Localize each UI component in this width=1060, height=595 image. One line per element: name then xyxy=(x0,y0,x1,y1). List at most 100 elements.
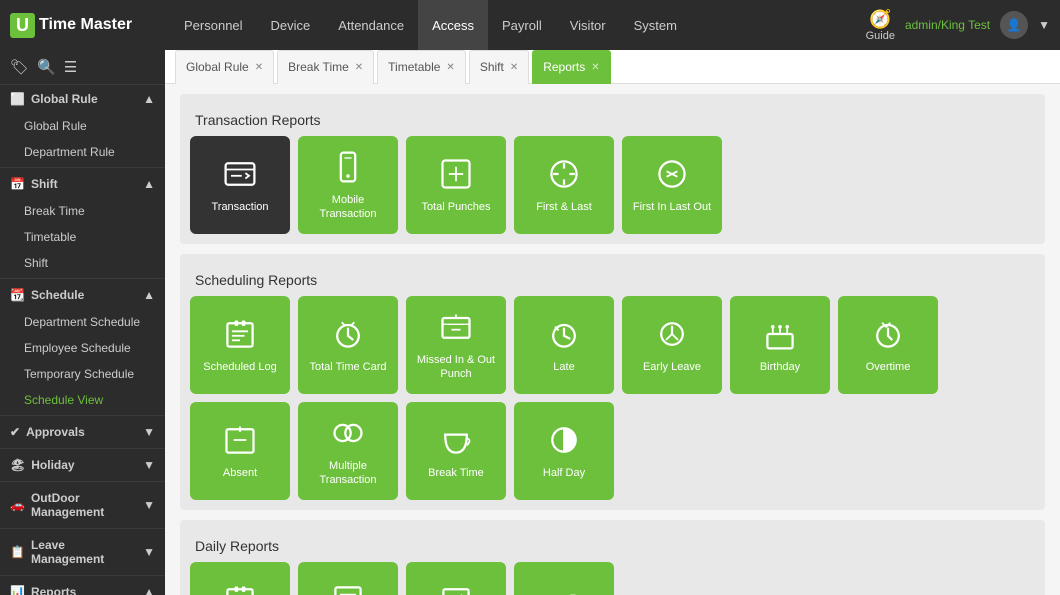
nav-attendance[interactable]: Attendance xyxy=(324,0,418,50)
card-first-in-last-out[interactable]: First In Last Out xyxy=(622,136,722,234)
early-leave-label: Early Leave xyxy=(643,361,701,374)
tab-timetable[interactable]: Timetable ✕ xyxy=(377,50,466,84)
sidebar-section-globalrule: ⬜ Global Rule ▲ Global Rule Department R… xyxy=(0,85,165,165)
tab-reports-close[interactable]: ✕ xyxy=(591,62,599,73)
tab-shift[interactable]: Shift ✕ xyxy=(469,50,529,84)
birthday-label: Birthday xyxy=(760,361,800,374)
globalrule-chevron: ▲ xyxy=(143,92,155,106)
overtime-icon xyxy=(870,316,906,355)
sidebar-header-reports[interactable]: 📊 Reports ▲ xyxy=(0,578,165,595)
transaction-icon xyxy=(222,156,258,195)
sidebar-item-departmentrule[interactable]: Department Rule xyxy=(0,139,165,165)
sidebar-header-leave[interactable]: 📋 Leave Management ▼ xyxy=(0,531,165,573)
sidebar-section-schedule: 📆 Schedule ▲ Department Schedule Employe… xyxy=(0,281,165,413)
sidebar-item-empschedule[interactable]: Employee Schedule xyxy=(0,335,165,361)
card-daily-status[interactable]: Daily Status xyxy=(514,562,614,595)
scheduled-log-label: Scheduled Log xyxy=(203,361,276,374)
first-last-label: First & Last xyxy=(536,201,592,214)
sidebar-header-outdoor[interactable]: 🚗 OutDoor Management ▼ xyxy=(0,484,165,526)
user-info[interactable]: admin/King Test xyxy=(905,18,990,32)
guide-label: Guide xyxy=(866,30,895,42)
card-break-time[interactable]: Break Time xyxy=(406,402,506,500)
guide-button[interactable]: 🧭 Guide xyxy=(866,9,895,42)
user-avatar[interactable]: 👤 xyxy=(1000,11,1028,39)
divider-7 xyxy=(0,575,165,576)
daily-attendance-icon xyxy=(222,582,258,595)
card-overtime[interactable]: Overtime xyxy=(838,296,938,394)
nav-payroll[interactable]: Payroll xyxy=(488,0,556,50)
card-early-leave[interactable]: Early Leave xyxy=(622,296,722,394)
card-total-time-card[interactable]: Total Time Card xyxy=(298,296,398,394)
tab-globalrule[interactable]: Global Rule ✕ xyxy=(175,50,274,84)
total-punches-label: Total Punches xyxy=(421,201,490,214)
tab-shift-close[interactable]: ✕ xyxy=(510,62,518,73)
daily-section-title: Daily Reports xyxy=(190,530,1035,562)
tag-icon[interactable]: 🏷 xyxy=(10,58,29,76)
leave-icon: 📋 xyxy=(10,545,25,559)
daily-reports-grid: Daily Attendance Daily Details xyxy=(190,562,1035,595)
outdoor-chevron: ▼ xyxy=(143,498,155,512)
divider-3 xyxy=(0,415,165,416)
sidebar-header-schedule[interactable]: 📆 Schedule ▲ xyxy=(0,281,165,309)
sidebar-item-tempschedule[interactable]: Temporary Schedule xyxy=(0,361,165,387)
sidebar-header-approvals[interactable]: ✔ Approvals ▼ xyxy=(0,418,165,446)
tabs-bar: Global Rule ✕ Break Time ✕ Timetable ✕ S… xyxy=(165,50,1060,84)
card-transaction[interactable]: Transaction xyxy=(190,136,290,234)
sidebar-top: 🏷 🔍 ☰ xyxy=(0,50,165,85)
sidebar-item-breaktime[interactable]: Break Time xyxy=(0,198,165,224)
sidebar-header-globalrule[interactable]: ⬜ Global Rule ▲ xyxy=(0,85,165,113)
card-missed-in-out[interactable]: Missed In & Out Punch xyxy=(406,296,506,394)
scheduling-reports-grid: Scheduled Log Total Time Card xyxy=(190,296,1035,500)
card-absent[interactable]: Absent xyxy=(190,402,290,500)
daily-reports-section: Daily Reports Daily Attendance xyxy=(180,520,1045,595)
card-daily-details[interactable]: Daily Details xyxy=(298,562,398,595)
card-mobile-transaction[interactable]: Mobile Transaction xyxy=(298,136,398,234)
tab-reports[interactable]: Reports ✕ xyxy=(532,50,610,84)
sidebar-item-scheduleview[interactable]: Schedule View xyxy=(0,387,165,413)
tab-globalrule-close[interactable]: ✕ xyxy=(255,62,263,73)
card-late[interactable]: Late xyxy=(514,296,614,394)
user-dropdown-icon[interactable]: ▼ xyxy=(1038,18,1050,32)
tab-globalrule-label: Global Rule xyxy=(186,60,249,74)
sidebar-header-holiday[interactable]: 🏖 Holiday ▼ xyxy=(0,451,165,479)
card-half-day[interactable]: Half Day xyxy=(514,402,614,500)
sidebar-header-shift[interactable]: 📅 Shift ▲ xyxy=(0,170,165,198)
nav-device[interactable]: Device xyxy=(257,0,325,50)
sidebar-item-globalrule[interactable]: Global Rule xyxy=(0,113,165,139)
card-multiple-transaction[interactable]: Multiple Transaction xyxy=(298,402,398,500)
sidebar-item-deptschedule[interactable]: Department Schedule xyxy=(0,309,165,335)
early-leave-icon xyxy=(654,316,690,355)
nav-items: Personnel Device Attendance Access Payro… xyxy=(170,0,866,50)
nav-system[interactable]: System xyxy=(620,0,691,50)
card-daily-summary[interactable]: Daily Summary xyxy=(406,562,506,595)
sidebar: 🏷 🔍 ☰ ⬜ Global Rule ▲ Global Rule Depart… xyxy=(0,50,165,595)
reports-chevron: ▲ xyxy=(143,585,155,595)
multiple-transaction-icon xyxy=(330,415,366,454)
break-time-icon xyxy=(438,422,474,461)
card-daily-attendance[interactable]: Daily Attendance xyxy=(190,562,290,595)
scheduling-section-title: Scheduling Reports xyxy=(190,264,1035,296)
nav-access[interactable]: Access xyxy=(418,0,488,50)
tab-breaktime-close[interactable]: ✕ xyxy=(355,62,363,73)
card-birthday[interactable]: Birthday xyxy=(730,296,830,394)
approvals-label: Approvals xyxy=(26,425,85,439)
card-scheduled-log[interactable]: Scheduled Log xyxy=(190,296,290,394)
daily-summary-icon xyxy=(438,582,474,595)
nav-visitor[interactable]: Visitor xyxy=(556,0,620,50)
tab-timetable-close[interactable]: ✕ xyxy=(446,62,454,73)
sidebar-item-timetable[interactable]: Timetable xyxy=(0,224,165,250)
search-icon[interactable]: 🔍 xyxy=(37,58,56,76)
total-punches-icon xyxy=(438,156,474,195)
first-in-last-out-label: First In Last Out xyxy=(633,201,711,214)
mobile-transaction-label: Mobile Transaction xyxy=(303,194,393,220)
list-icon[interactable]: ☰ xyxy=(64,58,77,76)
half-day-icon xyxy=(546,422,582,461)
schedule-label: Schedule xyxy=(31,288,84,302)
nav-right: 🧭 Guide admin/King Test 👤 ▼ xyxy=(866,9,1050,42)
nav-personnel[interactable]: Personnel xyxy=(170,0,257,50)
shift-chevron: ▲ xyxy=(143,177,155,191)
card-total-punches[interactable]: Total Punches xyxy=(406,136,506,234)
card-first-last[interactable]: First & Last xyxy=(514,136,614,234)
sidebar-item-shift[interactable]: Shift xyxy=(0,250,165,276)
tab-breaktime[interactable]: Break Time ✕ xyxy=(277,50,374,84)
